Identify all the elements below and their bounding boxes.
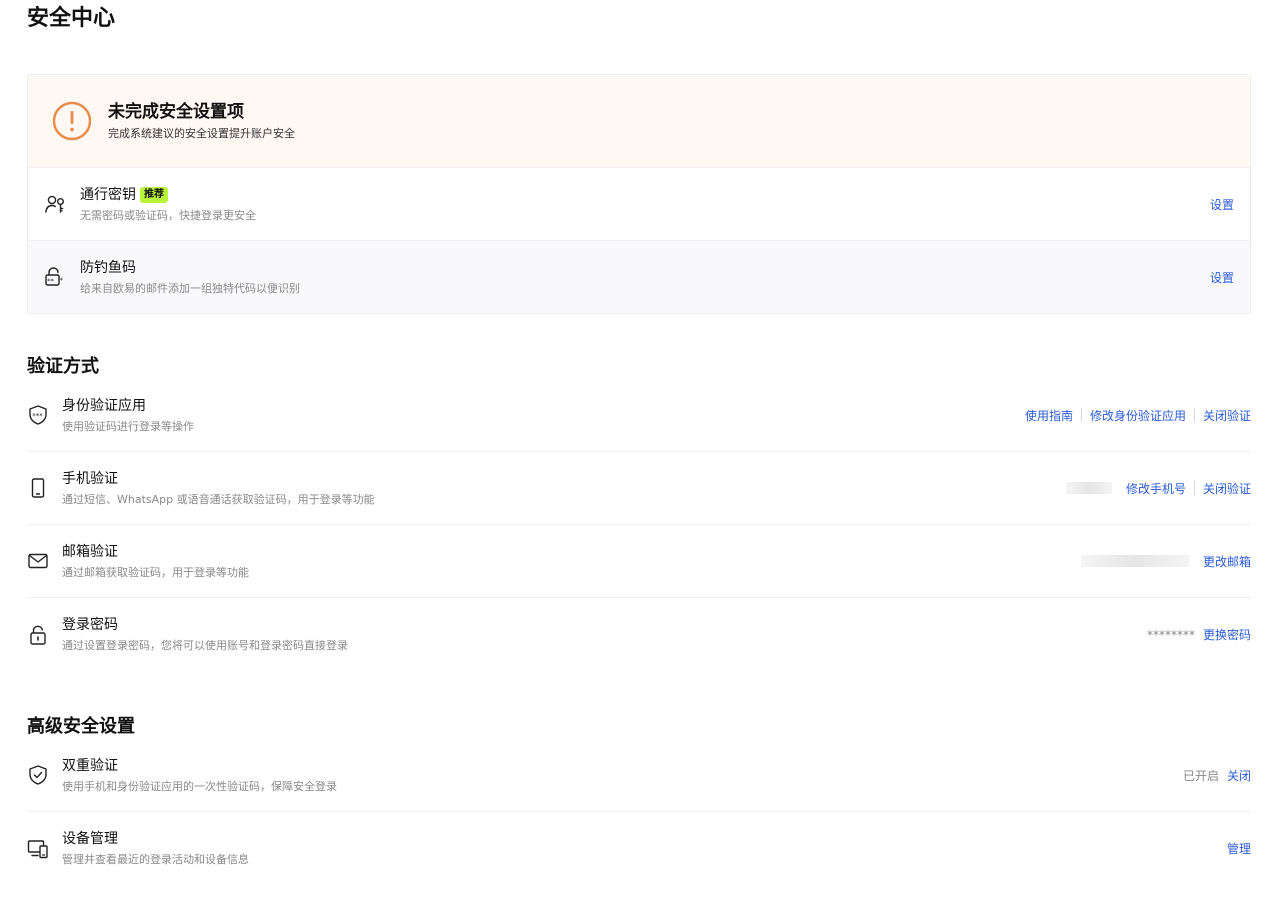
email-row: 邮箱验证 通过邮箱获取验证码，用于登录等功能 更改邮箱 <box>27 525 1251 598</box>
authenticator-title: 身份验证应用 <box>62 397 146 414</box>
divider <box>1193 408 1195 422</box>
passkey-title: 通行密钥 <box>80 186 136 203</box>
two-factor-row: 双重验证 使用手机和身份验证应用的一次性验证码，保障安全登录 已开启 关闭 <box>27 739 1251 812</box>
anti-phishing-setup-link[interactable]: 设置 <box>1210 269 1234 286</box>
passkey-setup-link[interactable]: 设置 <box>1210 196 1234 213</box>
authenticator-guide-link[interactable]: 使用指南 <box>1025 407 1073 424</box>
advanced-section-title: 高级安全设置 <box>27 716 135 737</box>
passkey-row: 通行密钥 推荐 无需密码或验证码，快捷登录更安全 设置 <box>28 167 1250 240</box>
recommended-badge: 推荐 <box>140 186 168 203</box>
incomplete-settings-card: 未完成安全设置项 完成系统建议的安全设置提升账户安全 通行密钥 推荐 无需密码或… <box>27 74 1251 314</box>
modify-authenticator-link[interactable]: 修改身份验证应用 <box>1090 407 1186 424</box>
masked-password: ******** <box>1146 627 1195 642</box>
page-title: 安全中心 <box>27 6 116 31</box>
two-factor-subtitle: 使用手机和身份验证应用的一次性验证码，保障安全登录 <box>62 779 337 793</box>
device-management-title: 设备管理 <box>62 831 118 847</box>
device-management-row: 设备管理 管理并查看最近的登录活动和设备信息 管理 <box>27 812 1251 885</box>
masked-phone-number <box>1065 482 1112 494</box>
masked-email-address <box>1080 555 1189 567</box>
passkey-subtitle: 无需密码或验证码，快捷登录更安全 <box>80 208 256 222</box>
phone-icon <box>31 478 45 498</box>
warning-icon <box>52 101 92 141</box>
password-row: 登录密码 通过设置登录密码，您将可以使用账号和登录密码直接登录 ********… <box>27 598 1251 671</box>
passkey-icon <box>45 195 64 213</box>
disable-phone-link[interactable]: 关闭验证 <box>1203 480 1251 497</box>
disable-two-factor-link[interactable]: 关闭 <box>1227 767 1251 784</box>
shield-key-icon: *** <box>29 405 47 425</box>
phone-title: 手机验证 <box>62 470 118 487</box>
verification-section-title: 验证方式 <box>27 356 99 377</box>
manage-devices-link[interactable]: 管理 <box>1227 840 1251 857</box>
change-password-link[interactable]: 更换密码 <box>1203 626 1251 643</box>
two-factor-title: 双重验证 <box>62 757 118 774</box>
phone-subtitle: 通过短信、WhatsApp 或语音通话获取验证码，用于登录等功能 <box>62 492 375 506</box>
incomplete-settings-title: 未完成安全设置项 <box>108 102 244 122</box>
unlock-icon <box>30 625 46 645</box>
svg-text:*: * <box>60 277 64 285</box>
modify-phone-link[interactable]: 修改手机号 <box>1126 480 1186 497</box>
security-center-page: 安全中心 未完成安全设置项 完成系统建议的安全设置提升账户安全 通行密钥 推荐 … <box>0 0 1278 904</box>
email-title: 邮箱验证 <box>62 543 118 560</box>
anti-phishing-title: 防钓鱼码 <box>80 259 136 276</box>
password-title: 登录密码 <box>62 617 118 633</box>
anti-phishing-icon: ** * <box>45 267 64 286</box>
mail-icon <box>28 553 48 569</box>
divider <box>1080 408 1082 422</box>
email-subtitle: 通过邮箱获取验证码，用于登录等功能 <box>62 565 249 579</box>
anti-phishing-subtitle: 给来自欧易的邮件添加一组独特代码以便识别 <box>80 281 300 295</box>
password-subtitle: 通过设置登录密码，您将可以使用账号和登录密码直接登录 <box>62 639 348 652</box>
devices-icon <box>27 839 48 858</box>
incomplete-settings-subtitle: 完成系统建议的安全设置提升账户安全 <box>108 127 295 140</box>
device-management-subtitle: 管理并查看最近的登录活动和设备信息 <box>62 853 249 866</box>
phone-row: 手机验证 通过短信、WhatsApp 或语音通话获取验证码，用于登录等功能 修改… <box>27 452 1251 525</box>
two-factor-status: 已开启 <box>1182 768 1219 783</box>
svg-text:***: *** <box>32 412 43 420</box>
disable-authenticator-link[interactable]: 关闭验证 <box>1203 407 1251 424</box>
divider <box>1193 481 1195 495</box>
authenticator-subtitle: 使用验证码进行登录等操作 <box>62 419 194 433</box>
authenticator-row: *** 身份验证应用 使用验证码进行登录等操作 使用指南 修改身份验证应用 关闭… <box>27 379 1251 452</box>
incomplete-settings-header: 未完成安全设置项 完成系统建议的安全设置提升账户安全 <box>28 75 1250 167</box>
svg-text:**: ** <box>47 277 54 285</box>
shield-check-icon <box>29 765 47 785</box>
change-email-link[interactable]: 更改邮箱 <box>1203 553 1251 570</box>
anti-phishing-row: ** * 防钓鱼码 给来自欧易的邮件添加一组独特代码以便识别 设置 <box>28 240 1250 313</box>
